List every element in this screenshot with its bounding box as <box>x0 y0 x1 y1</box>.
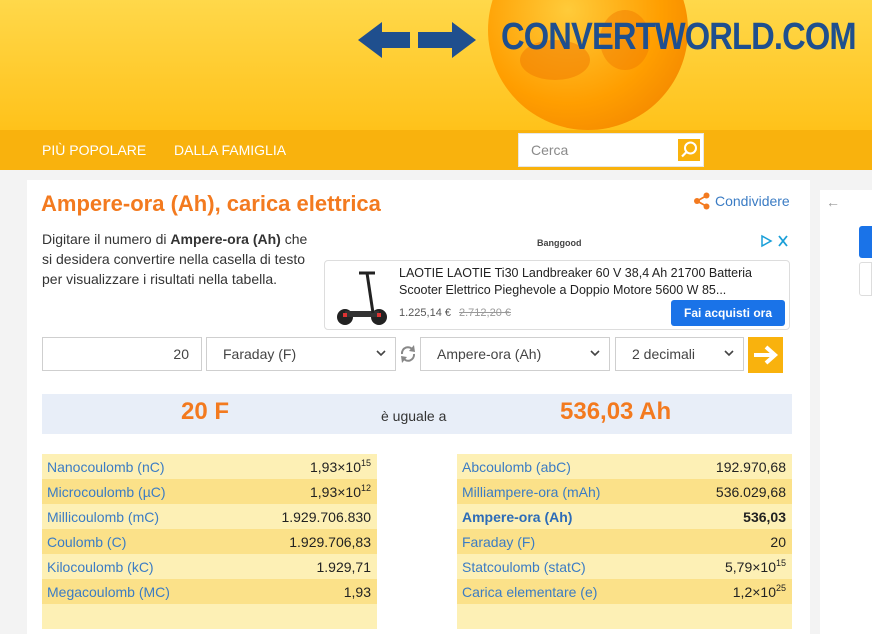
unit-link[interactable]: Ampere-ora (Ah) <box>462 509 572 525</box>
search-button[interactable] <box>677 138 701 162</box>
unit-value: 1.929.706,83 <box>289 533 371 550</box>
table-row: Abcoulomb (abC) 192.970,68 <box>457 454 792 479</box>
unit-link[interactable]: Millicoulomb (mC) <box>47 509 159 525</box>
table-row: Ampere-ora (Ah) 536,03 <box>457 504 792 529</box>
ad-title[interactable]: LAOTIE LAOTIE Ti30 Landbreaker 60 V 38,4… <box>399 265 783 299</box>
decimals-select[interactable]: 2 decimali <box>615 337 744 371</box>
conversion-table-left: Nanocoulomb (nC) 1,93×1015 Microcoulomb (µ… <box>42 454 377 629</box>
share-label: Condividere <box>715 193 790 209</box>
unit-link[interactable]: Kilocoulomb (kC) <box>47 559 154 575</box>
intro-unit: Ampere-ora (Ah) <box>170 231 281 247</box>
unit-value: 1.929.706.830 <box>281 508 371 525</box>
result-output-value: 536,03 Ah <box>560 398 672 425</box>
nav-from-family[interactable]: DALLA FAMIGLIA <box>174 142 286 158</box>
unit-link[interactable]: Carica elementare (e) <box>462 584 597 600</box>
unit-value: 1,93 <box>343 583 371 600</box>
conversion-table-right: Abcoulomb (abC) 192.970,68 Milliampere-ora… <box>457 454 792 629</box>
table-row-empty <box>42 604 377 629</box>
share-icon <box>694 192 710 210</box>
unit-value: 536,03 <box>743 508 786 525</box>
amount-input[interactable]: 20 <box>42 337 202 371</box>
table-row: Statcoulomb (statC) 5,79×1015 <box>457 554 792 579</box>
unit-value: 20 <box>770 533 786 550</box>
unit-value: 536.029,68 <box>715 483 786 500</box>
unit-link[interactable]: Megacoulomb (MC) <box>47 584 170 600</box>
ad-old-price: 2.712,20 € <box>459 307 511 319</box>
unit-value: 1,93×1015 <box>309 458 371 475</box>
decimals-value: 2 decimali <box>632 346 696 362</box>
back-arrow-icon[interactable]: ← <box>826 194 840 210</box>
nav-most-popular[interactable]: PIÙ POPOLARE <box>42 142 146 158</box>
unit-value: 1,93×1012 <box>309 483 371 500</box>
share-button[interactable]: Condividere <box>693 192 790 210</box>
from-unit-select[interactable]: Faraday (F) <box>206 337 396 371</box>
page-title: Ampere-ora (Ah), carica elettrica <box>41 191 381 216</box>
logo-arrows-icon[interactable] <box>358 20 476 60</box>
chevron-down-icon <box>724 350 734 357</box>
unit-link[interactable]: Abcoulomb (abC) <box>462 459 571 475</box>
table-row: Microcoulomb (µC) 1,93×1012 <box>42 479 377 504</box>
side-white-tab[interactable] <box>859 262 872 296</box>
unit-link[interactable]: Faraday (F) <box>462 534 535 550</box>
table-row: Carica elementare (e) 1,2×1025 <box>457 579 792 604</box>
ad-price: 1.225,14 € <box>399 307 451 319</box>
chevron-down-icon <box>376 350 386 357</box>
arrow-right-icon <box>754 345 779 365</box>
side-blue-tab[interactable] <box>859 226 872 258</box>
scooter-image[interactable] <box>333 263 393 327</box>
swap-units-icon[interactable] <box>399 344 417 364</box>
table-row: Kilocoulomb (kC) 1.929,71 <box>42 554 377 579</box>
site-header: CONVERTWORLD.COM <box>0 0 872 130</box>
ad-brand-logo[interactable]: Banggood <box>537 238 582 248</box>
unit-link[interactable]: Milliampere-ora (mAh) <box>462 484 600 500</box>
unit-value: 1.929,71 <box>316 558 372 575</box>
search-box <box>518 133 704 167</box>
from-unit-value: Faraday (F) <box>223 346 297 362</box>
table-row: Megacoulomb (MC) 1,93 <box>42 579 377 604</box>
unit-link[interactable]: Statcoulomb (statC) <box>462 559 586 575</box>
search-icon <box>681 141 697 158</box>
to-unit-select[interactable]: Ampere-ora (Ah) <box>420 337 610 371</box>
main-nav: PIÙ POPOLARE DALLA FAMIGLIA <box>0 130 872 170</box>
result-equals-text: è uguale a <box>381 408 447 424</box>
unit-link[interactable]: Coulomb (C) <box>47 534 126 550</box>
unit-value: 5,79×1015 <box>724 558 786 575</box>
intro-text: Digitare il numero di Ampere-ora (Ah) ch… <box>42 231 308 287</box>
ad-card[interactable]: LAOTIE LAOTIE Ti30 Landbreaker 60 V 38,4… <box>324 260 790 330</box>
unit-link[interactable]: Nanocoulomb (nC) <box>47 459 165 475</box>
site-logo[interactable]: CONVERTWORLD.COM <box>501 16 857 59</box>
ad-choices-icon[interactable] <box>760 234 790 248</box>
ad-choices[interactable] <box>760 234 790 253</box>
unit-value: 1,2×1025 <box>732 583 786 600</box>
chevron-down-icon <box>590 350 600 357</box>
table-row: Milliampere-ora (mAh) 536.029,68 <box>457 479 792 504</box>
result-bar: 20 F è uguale a 536,03 Ah <box>42 394 792 434</box>
convert-button[interactable] <box>748 337 783 373</box>
to-unit-value: Ampere-ora (Ah) <box>437 346 542 362</box>
table-row: Faraday (F) 20 <box>457 529 792 554</box>
table-row: Nanocoulomb (nC) 1,93×1015 <box>42 454 377 479</box>
unit-link[interactable]: Microcoulomb (µC) <box>47 484 166 500</box>
table-row: Coulomb (C) 1.929.706,83 <box>42 529 377 554</box>
result-input-value: 20 F <box>181 398 230 425</box>
table-row: Millicoulomb (mC) 1.929.706.830 <box>42 504 377 529</box>
unit-value: 192.970,68 <box>715 458 786 475</box>
search-input[interactable] <box>525 138 673 162</box>
table-row-empty <box>457 604 792 629</box>
ad-shop-button[interactable]: Fai acquisti ora <box>671 300 785 326</box>
